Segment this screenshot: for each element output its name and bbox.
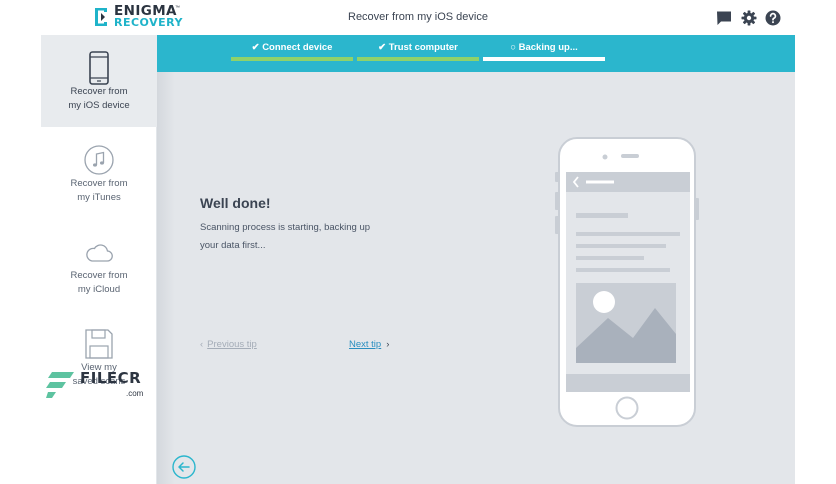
next-tip-label: Next tip <box>349 339 382 350</box>
sidebar-item-label: my iOS device <box>68 100 130 111</box>
help-icon[interactable] <box>765 10 781 26</box>
cloud-icon <box>86 244 113 262</box>
sidebar-item-label: Recover from <box>70 178 128 189</box>
step-progress-bar <box>231 57 353 61</box>
step-label-text: Connect device <box>262 42 333 53</box>
step-label: ✔ Trust computer <box>357 42 479 53</box>
sidebar-item-label: Recover from <box>70 270 128 281</box>
sidebar-item-itunes[interactable]: Recover from my iTunes <box>41 127 157 219</box>
previous-tip-label: Previous tip <box>207 339 257 350</box>
sidebar-item-label: Recover from <box>70 86 128 97</box>
tip-title: Well done! <box>200 195 271 211</box>
music-note-icon <box>84 145 114 175</box>
tip-text-line: Scanning process is starting, backing up <box>200 222 371 233</box>
checkmark-icon: ✔ <box>251 42 260 53</box>
window-title: Recover from my iOS device <box>348 11 488 23</box>
filecr-logo-icon <box>46 372 74 398</box>
previous-tip-link[interactable]: ‹ Previous tip <box>200 339 257 350</box>
step-label-text: Trust computer <box>388 42 458 53</box>
step-backing-up: ○ Backing up... <box>483 35 605 72</box>
step-label: ○ Backing up... <box>483 42 605 53</box>
phone-illustration <box>555 137 699 427</box>
gear-icon[interactable] <box>741 10 757 26</box>
app-header: ENIGMA ™ RECOVERY Recover from my iOS de… <box>0 0 836 35</box>
back-button[interactable] <box>172 455 196 479</box>
step-connect-device: ✔ Connect device <box>231 35 353 72</box>
sidebar-item-label: my iTunes <box>77 192 121 203</box>
floppy-disk-icon <box>85 329 113 359</box>
tip-text-line: your data first... <box>200 239 266 251</box>
tip-text: Scanning process is starting, backing up… <box>200 219 390 254</box>
step-label-text: Backing up... <box>518 42 578 53</box>
next-tip-link[interactable]: Next tip › <box>349 339 389 350</box>
step-progress-bar <box>357 57 479 61</box>
chevron-left-icon: ‹ <box>200 339 204 350</box>
phone-icon <box>89 51 109 85</box>
main-shade <box>157 72 175 484</box>
filecr-watermark: FILECR .com <box>46 367 146 401</box>
step-label: ✔ Connect device <box>231 42 353 53</box>
checkmark-icon: ✔ <box>378 42 387 53</box>
sidebar-item-icloud[interactable]: Recover from my iCloud <box>41 219 157 311</box>
step-progress-bar <box>483 57 605 61</box>
spinner-icon: ○ <box>510 42 516 53</box>
main-content: Well done! Scanning process is starting,… <box>157 72 795 484</box>
chevron-right-icon: › <box>386 339 390 350</box>
progress-steps-bar: ✔ Connect device ✔ Trust computer ○ Back… <box>157 35 795 72</box>
sidebar-item-label: my iCloud <box>77 284 121 295</box>
sidebar-item-ios-device[interactable]: Recover from my iOS device <box>41 35 157 127</box>
watermark-domain: .com <box>126 389 144 398</box>
step-trust-computer: ✔ Trust computer <box>357 35 479 72</box>
watermark-text: FILECR <box>80 369 142 387</box>
sidebar: Recover from my iOS device Recover from … <box>41 35 157 484</box>
chat-icon[interactable] <box>716 10 732 26</box>
